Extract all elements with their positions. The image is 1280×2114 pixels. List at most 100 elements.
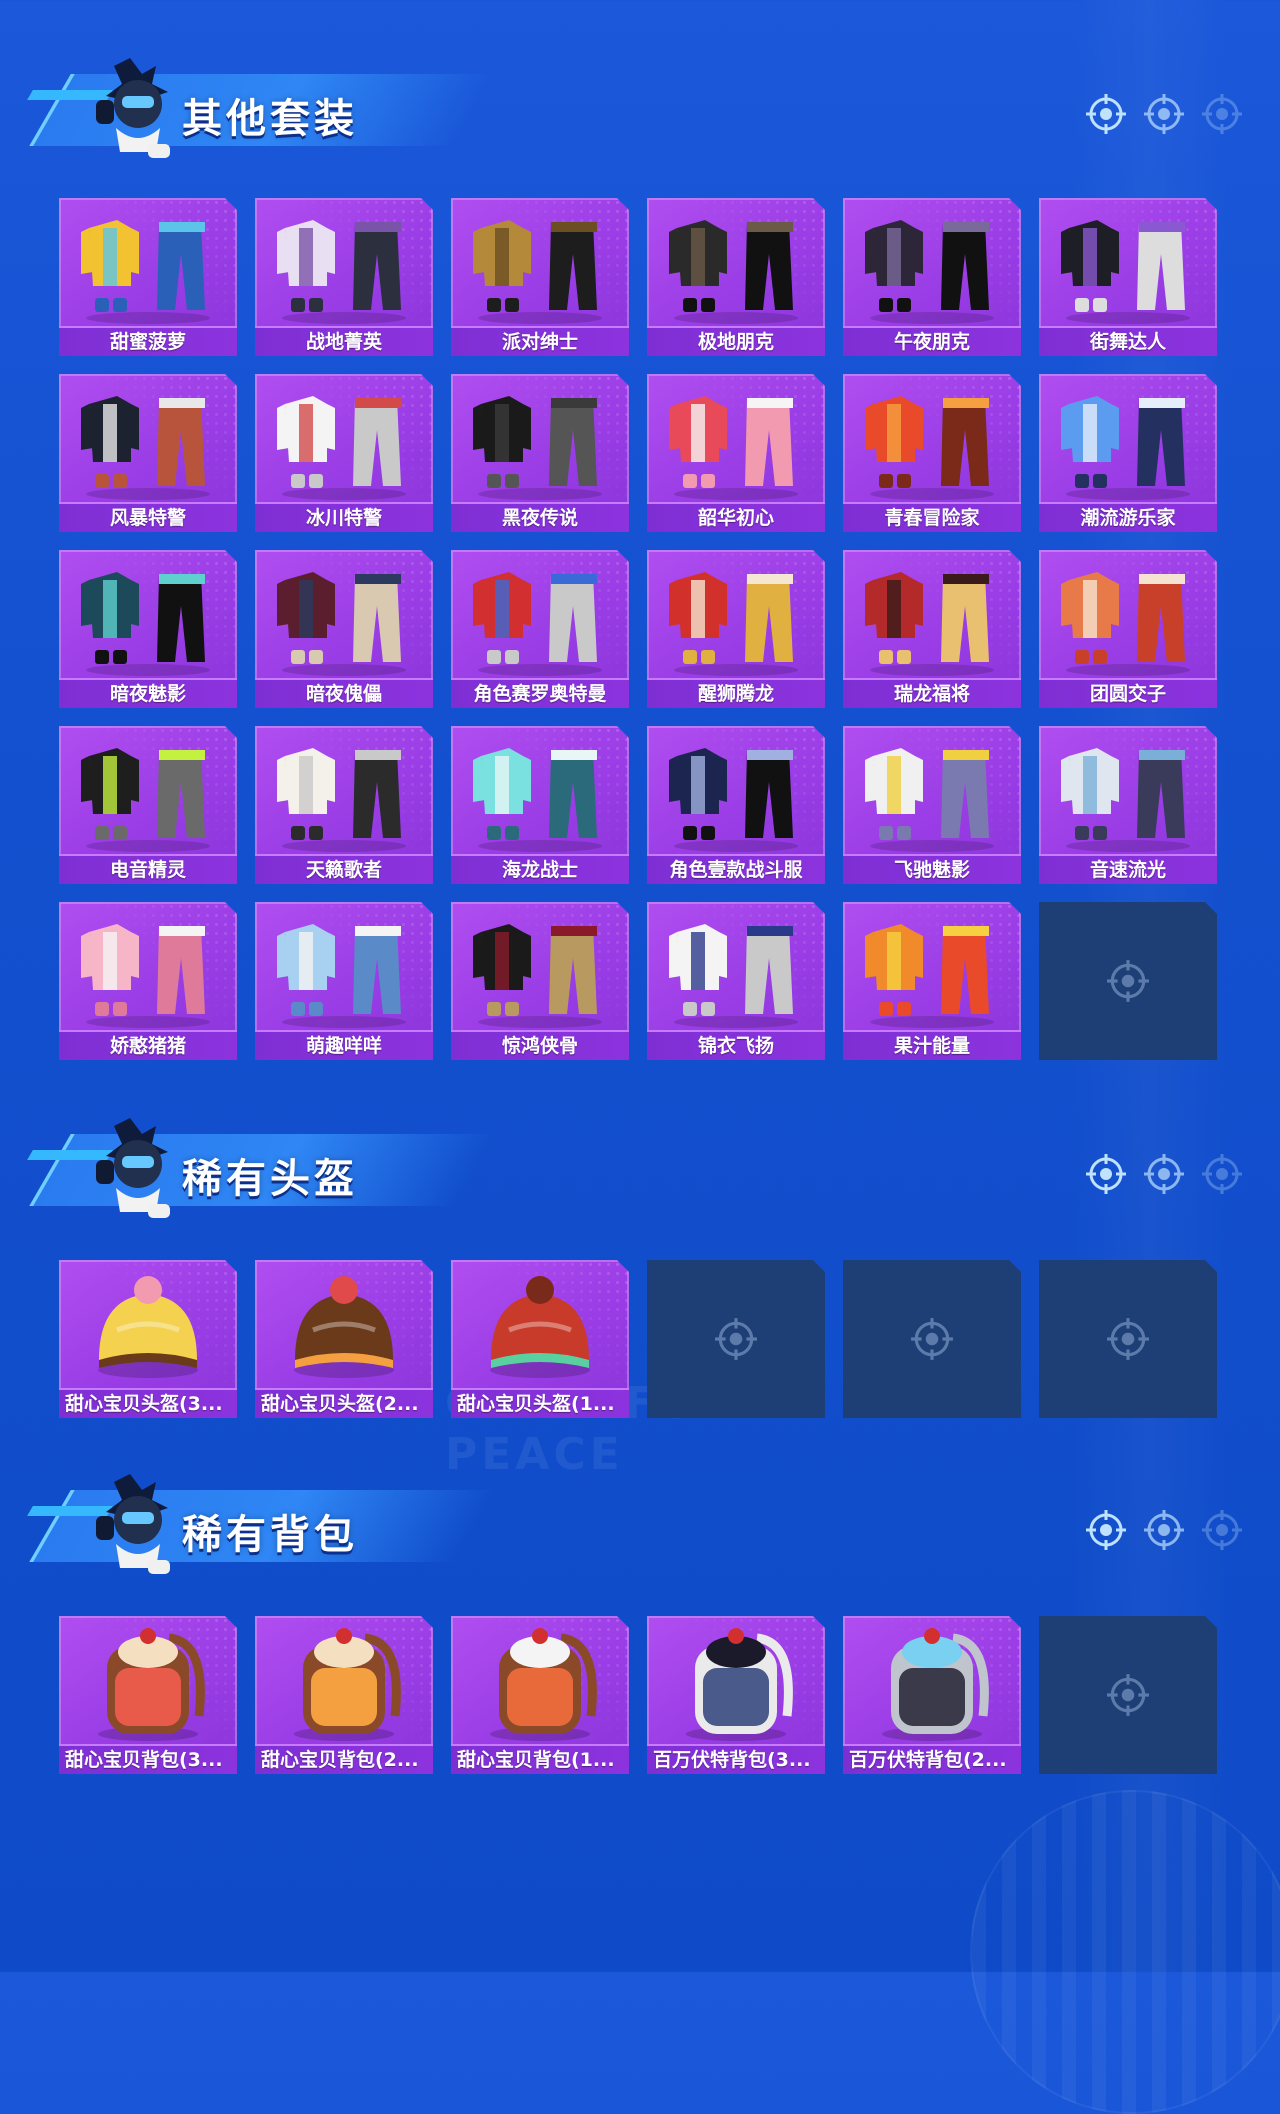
item-card[interactable]: 角色赛罗奥特曼 [451,550,629,708]
backpack-icon [686,1628,793,1741]
backpack-icon [490,1628,597,1741]
outfit-icon [1061,396,1190,500]
item-card[interactable]: 暗夜傀儡 [255,550,433,708]
item-card[interactable]: 电音精灵 [59,726,237,884]
item-label: 娇憨猪猪 [59,1030,237,1060]
empty-slot [1039,1616,1217,1774]
section-title: 稀有头盔 [182,1156,358,1202]
item-label: 角色赛罗奥特曼 [451,678,629,708]
empty-slot [647,1260,825,1418]
item-card[interactable]: 午夜朋克 [843,198,1021,356]
item-card[interactable]: 甜心宝贝背包(3... [59,1616,237,1774]
item-card[interactable]: 派对绅士 [451,198,629,356]
crosshair-icon-faded[interactable] [1200,1508,1244,1552]
item-card[interactable]: 惊鸿侠骨 [451,902,629,1060]
outfit-grid: 甜蜜菠萝 战地菁英 派对绅士 极地朋克 午夜朋克 街舞达人 风暴特警 冰川特警 … [59,198,1217,1060]
item-label: 百万伏特背包(2... [843,1744,1021,1774]
mascot-icon [96,58,170,158]
item-card[interactable]: 萌趣咩咩 [255,902,433,1060]
crosshair-icon[interactable] [1084,92,1128,136]
section-title: 其他套装 [182,96,358,142]
crosshair-icon[interactable] [1084,1508,1128,1552]
item-card[interactable]: 音速流光 [1039,726,1217,884]
item-card[interactable]: 甜心宝贝头盔(2... [255,1260,433,1418]
crosshair-icon[interactable] [1142,92,1186,136]
outfit-icon [865,220,994,324]
item-label: 韶华初心 [647,502,825,532]
item-card[interactable]: 海龙战士 [451,726,629,884]
page-indicator [1084,1508,1244,1552]
item-card[interactable]: 极地朋克 [647,198,825,356]
backpack-icon [98,1628,205,1741]
outfit-icon [669,924,798,1028]
outfit-icon [473,572,602,676]
outfit-icon [277,220,406,324]
outfit-icon [473,748,602,852]
outfit-icon [669,396,798,500]
helmet-icon [294,1276,394,1378]
outfit-icon [277,396,406,500]
crosshair-icon[interactable] [1084,1152,1128,1196]
outfit-icon [473,396,602,500]
helmet-icon [490,1276,590,1378]
item-card[interactable]: 果汁能量 [843,902,1021,1060]
item-label: 锦衣飞扬 [647,1030,825,1060]
item-card[interactable]: 飞驰魅影 [843,726,1021,884]
item-label: 甜心宝贝头盔(3... [59,1388,237,1418]
outfit-icon [669,572,798,676]
item-card[interactable]: 娇憨猪猪 [59,902,237,1060]
item-label: 青春冒险家 [843,502,1021,532]
item-label: 瑞龙福将 [843,678,1021,708]
item-card[interactable]: 黑夜传说 [451,374,629,532]
item-card[interactable]: 风暴特警 [59,374,237,532]
item-card[interactable]: 天籁歌者 [255,726,433,884]
outfit-icon [865,572,994,676]
crosshair-icon-faded[interactable] [1200,1152,1244,1196]
item-card[interactable]: 战地菁英 [255,198,433,356]
item-label: 甜蜜菠萝 [59,326,237,356]
crosshair-icon[interactable] [1142,1508,1186,1552]
item-label: 战地菁英 [255,326,433,356]
item-card[interactable]: 甜心宝贝头盔(3... [59,1260,237,1418]
item-card[interactable]: 角色壹款战斗服 [647,726,825,884]
item-card[interactable]: 锦衣飞扬 [647,902,825,1060]
item-label: 飞驰魅影 [843,854,1021,884]
item-card[interactable]: 甜心宝贝背包(2... [255,1616,433,1774]
item-card[interactable]: 百万伏特背包(2... [843,1616,1021,1774]
section-header-helmets: 稀有头盔 [27,1112,1250,1232]
item-card[interactable]: 潮流游乐家 [1039,374,1217,532]
item-card[interactable]: 甜心宝贝背包(1... [451,1616,629,1774]
helmet-icon [98,1276,198,1378]
outfit-icon [1061,572,1190,676]
item-card[interactable]: 青春冒险家 [843,374,1021,532]
item-label: 冰川特警 [255,502,433,532]
item-card[interactable]: 街舞达人 [1039,198,1217,356]
item-label: 甜心宝贝头盔(1... [451,1388,629,1418]
outfit-icon [865,748,994,852]
item-card[interactable]: 暗夜魅影 [59,550,237,708]
item-label: 暗夜魅影 [59,678,237,708]
crosshair-icon-faded[interactable] [1200,92,1244,136]
item-card[interactable]: 甜蜜菠萝 [59,198,237,356]
item-label: 电音精灵 [59,854,237,884]
outfit-icon [1061,220,1190,324]
item-label: 音速流光 [1039,854,1217,884]
item-label: 甜心宝贝背包(3... [59,1744,237,1774]
item-card[interactable]: 韶华初心 [647,374,825,532]
item-label: 暗夜傀儡 [255,678,433,708]
item-card[interactable]: 醒狮腾龙 [647,550,825,708]
item-card[interactable]: 百万伏特背包(3... [647,1616,825,1774]
item-card[interactable]: 冰川特警 [255,374,433,532]
backpack-grid: 甜心宝贝背包(3... 甜心宝贝背包(2... 甜心宝贝背包(1... 百万伏特… [59,1616,1217,1774]
empty-slot [843,1260,1021,1418]
item-card[interactable]: 团圆交子 [1039,550,1217,708]
outfit-icon [473,924,602,1028]
outfit-icon [669,220,798,324]
item-card[interactable]: 甜心宝贝头盔(1... [451,1260,629,1418]
item-card[interactable]: 瑞龙福将 [843,550,1021,708]
page-indicator [1084,1152,1244,1196]
outfit-icon [81,748,210,852]
item-label: 团圆交子 [1039,678,1217,708]
crosshair-icon[interactable] [1142,1152,1186,1196]
empty-slot-crosshair-icon [1107,1318,1149,1360]
